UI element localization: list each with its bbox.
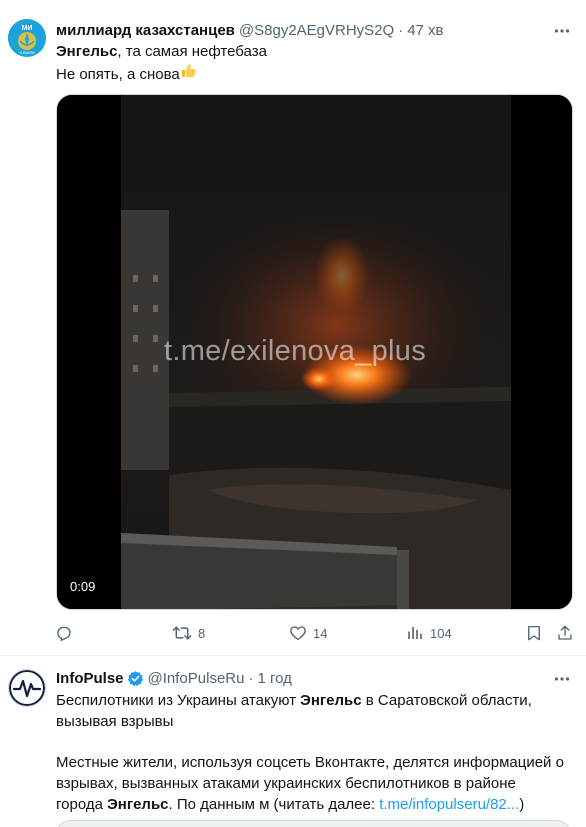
like-button[interactable]: 14 (289, 622, 327, 644)
highlighted-keyword: Энгельс (107, 796, 169, 813)
share-icon (558, 625, 572, 640)
more-options-button[interactable] (552, 669, 572, 689)
heart-icon (290, 626, 306, 641)
tweet-text: Энгельс, та самая нефтебаза Не опять, а … (56, 41, 571, 85)
video-watermark: t.me/exilenova_plus (164, 335, 427, 367)
timestamp[interactable]: 1 год (257, 670, 291, 687)
highlighted-keyword: Энгельс (300, 692, 362, 709)
text-segment: ) (519, 796, 525, 813)
separator-dot: · (248, 669, 254, 687)
text-segment: в Саратовской области, (361, 692, 532, 709)
views-button[interactable]: 104 (406, 622, 452, 644)
author-name[interactable]: InfoPulse (56, 670, 124, 687)
author-avatar[interactable]: МИ З ВАМИ (8, 19, 46, 57)
author-avatar[interactable] (8, 669, 46, 707)
highlighted-keyword: Энгельс (56, 43, 118, 60)
timestamp[interactable]: 47 хв (407, 22, 443, 39)
author-handle[interactable]: @InfoPulseRu (148, 670, 245, 687)
thumbs-up-emoji-icon (180, 62, 197, 85)
text-segment: Беспилотники из Украины атакуют (56, 692, 301, 709)
tweet-1[interactable]: МИ З ВАМИ миллиард казахстанцев @S8gy2AE… (0, 0, 586, 656)
read-more-link[interactable]: t.me/infopulseru/82... (379, 796, 519, 813)
tweet-text-paragraph-1: Беспилотники из Украины атакуют Энгельс … (56, 690, 571, 732)
link-preview-card[interactable] (56, 820, 571, 827)
retweet-icon (172, 626, 192, 640)
bookmark-button[interactable] (525, 622, 543, 644)
reply-button[interactable] (55, 622, 79, 644)
more-horizontal-icon (554, 677, 570, 681)
tweet-text-line1: , та самая нефтебаза (117, 43, 267, 60)
tweet-text-paragraph-2: Местные жители, используя соцсеть Вконта… (56, 752, 571, 815)
tweet-header: миллиард казахстанцев @S8gy2AEgVRHyS2Q ·… (56, 20, 444, 40)
video-duration: 0:09 (70, 579, 96, 594)
text-line: Местные жители, используя соцсеть Вконта… (56, 754, 564, 771)
svg-text:МИ: МИ (22, 25, 33, 32)
svg-text:З ВАМИ: З ВАМИ (20, 50, 35, 55)
more-horizontal-icon (554, 29, 570, 33)
views-analytics-icon (408, 627, 422, 639)
tweet-text-line2: Не опять, а снова (56, 66, 180, 83)
verified-badge-icon (127, 670, 143, 686)
pulse-logo-icon (9, 670, 45, 706)
text-segment: города (56, 796, 108, 813)
more-options-button[interactable] (552, 21, 572, 41)
text-line: вызывая взрывы (56, 713, 174, 730)
text-line: взрывах, вызванных атаками украинских бе… (56, 775, 516, 792)
tweet-header: InfoPulse @InfoPulseRu · 1 год (56, 668, 292, 688)
separator-dot: · (398, 21, 404, 39)
retweet-button[interactable]: 8 (172, 622, 205, 644)
views-count: 104 (430, 625, 452, 641)
author-handle[interactable]: @S8gy2AEgVRHyS2Q (239, 22, 394, 39)
retweet-count: 8 (198, 625, 206, 641)
bookmark-icon (528, 625, 540, 641)
text-segment: . По данным м (читать далее: (168, 796, 380, 813)
video-player[interactable]: t.me/exilenova_plus 0:09 (56, 94, 573, 610)
reply-icon (57, 626, 71, 641)
like-count: 14 (313, 625, 328, 641)
share-button[interactable] (556, 622, 574, 644)
tweet-actions: 8 14 104 (0, 622, 586, 644)
author-name[interactable]: миллиард казахстанцев (56, 22, 235, 39)
avatar-emblem-icon: МИ З ВАМИ (8, 19, 46, 57)
